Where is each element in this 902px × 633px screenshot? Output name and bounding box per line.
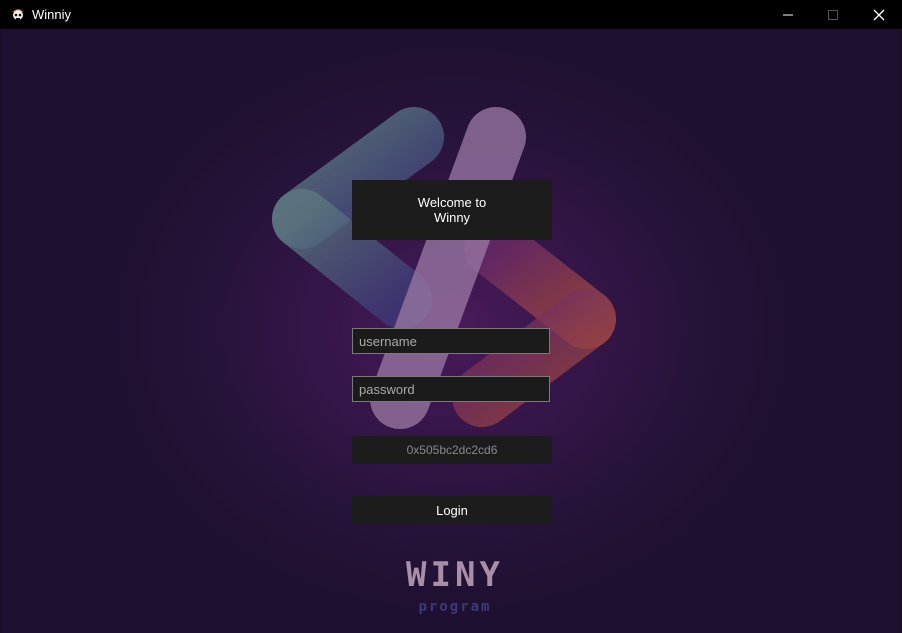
minimize-icon xyxy=(783,14,793,15)
pirate-skull-icon xyxy=(10,6,26,22)
login-button[interactable]: Login xyxy=(352,496,552,524)
login-screen: Welcome to Winny 0x505bc2dc2cd6 Login WI… xyxy=(2,29,900,633)
maximize-button[interactable] xyxy=(810,0,856,29)
welcome-panel: Welcome to Winny xyxy=(352,180,552,240)
maximize-icon xyxy=(828,9,838,20)
close-button[interactable] xyxy=(856,0,902,29)
brand-title: WINY xyxy=(406,555,504,595)
brand-subtitle: program xyxy=(418,599,492,615)
welcome-line-2: Winny xyxy=(433,210,471,225)
password-field[interactable] xyxy=(352,376,550,402)
minimize-button[interactable] xyxy=(765,0,811,29)
title-bar[interactable]: Winniy xyxy=(0,0,902,29)
close-icon xyxy=(873,9,885,20)
app-window: Winniy Welcome to Winny username 0x505bc… xyxy=(0,0,902,633)
window-title: Winniy xyxy=(32,7,72,22)
hwid-display: 0x505bc2dc2cd6 xyxy=(352,436,552,464)
username-field[interactable] xyxy=(352,328,550,354)
welcome-line-1: Welcome to xyxy=(417,195,487,210)
